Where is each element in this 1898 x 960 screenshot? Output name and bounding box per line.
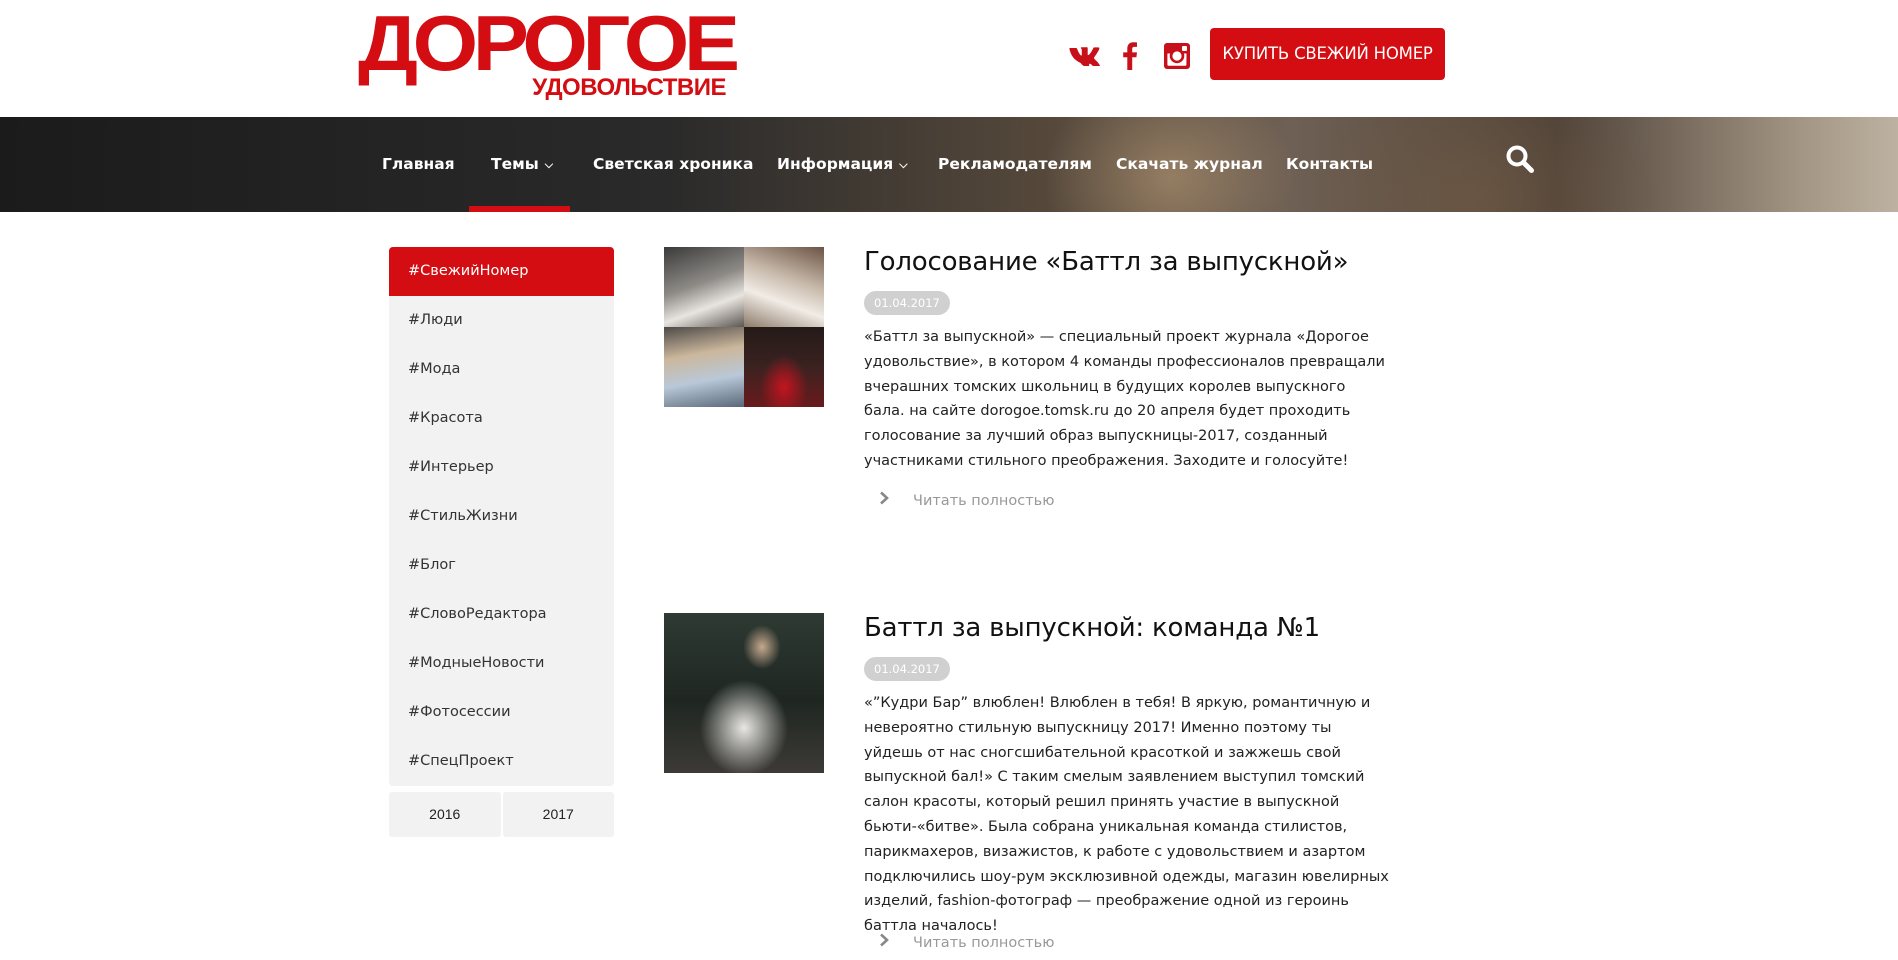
article-excerpt: «Баттл за выпускной» — специальный проек… [864,329,1385,469]
sidebar-item-fresh-issue[interactable]: #СвежийНомер [389,247,614,296]
sidebar-item-fashion-news[interactable]: #МодныеНовости [389,639,614,688]
main-nav: Главная Темы ⌵ Светская хроника Информаци… [0,117,1898,212]
sidebar-item-blog[interactable]: #Блог [389,541,614,590]
sidebar-item-interior[interactable]: #Интерьер [389,443,614,492]
nav-item-advertisers[interactable]: Рекламодателям [938,117,1092,212]
sidebar-item-editor-word[interactable]: #СловоРедактора [389,590,614,639]
chevron-down-icon: ⌵ [899,158,908,171]
sidebar-item-photoshoots[interactable]: #Фотосессии [389,688,614,737]
article-title[interactable]: Баттл за выпускной: команда №1 [864,613,1320,643]
tag-sidebar: #СвежийНомер #Люди #Мода #Красота #Интер… [389,247,614,837]
chevron-right-icon [879,491,897,509]
nav-item-home[interactable]: Главная [382,117,455,212]
article-thumbnail[interactable] [664,247,824,407]
buy-issue-button[interactable]: КУПИТЬ СВЕЖИЙ НОМЕР [1210,28,1445,80]
chevron-down-icon: ⌵ [544,158,554,171]
nav-active-indicator [469,206,570,212]
sidebar-item-beauty[interactable]: #Красота [389,394,614,443]
article-excerpt: «”Кудри Бар” влюблен! Влюблен в тебя! В … [864,695,1389,935]
sidebar-item-fashion[interactable]: #Мода [389,345,614,394]
logo-sub-text: УДОВОЛЬСТВИЕ [532,74,726,101]
sidebar-item-lifestyle[interactable]: #СтильЖизни [389,492,614,541]
sidebar-item-special-project[interactable]: #СпецПроект [389,737,614,786]
site-logo[interactable]: ДОРОГОЕ УДОВОЛЬСТВИЕ [358,4,740,104]
article-date-badge: 01.04.2017 [864,291,950,315]
search-icon[interactable] [1500,139,1540,179]
site-header: ДОРОГОЕ УДОВОЛЬСТВИЕ КУПИТЬ СВЕЖИЙ НОМЕР [0,0,1898,117]
nav-item-information[interactable]: Информация ⌵ [777,117,908,212]
year-button-2017[interactable]: 2017 [502,792,614,837]
article-thumbnail[interactable] [664,613,824,773]
article-date-badge: 01.04.2017 [864,657,950,681]
chevron-right-icon [879,933,897,951]
facebook-icon[interactable] [1118,38,1142,74]
nav-item-contacts[interactable]: Контакты [1286,117,1373,212]
read-more-link[interactable]: Читать полностью [879,491,1054,509]
logo-main-text: ДОРОГОЕ [358,0,740,87]
sidebar-item-people[interactable]: #Люди [389,296,614,345]
nav-item-topics[interactable]: Темы ⌵ [491,117,553,212]
year-button-2016[interactable]: 2016 [389,792,501,837]
article-title[interactable]: Голосование «Баттл за выпускной» [864,247,1349,277]
instagram-icon[interactable] [1161,38,1193,74]
nav-item-download-magazine[interactable]: Скачать журнал [1116,117,1263,212]
read-more-link[interactable]: Читать полностью [879,933,1054,951]
nav-item-social-chronicle[interactable]: Светская хроника [593,117,754,212]
year-selector: 2016 2017 [389,792,614,837]
vk-icon[interactable] [1065,38,1105,74]
